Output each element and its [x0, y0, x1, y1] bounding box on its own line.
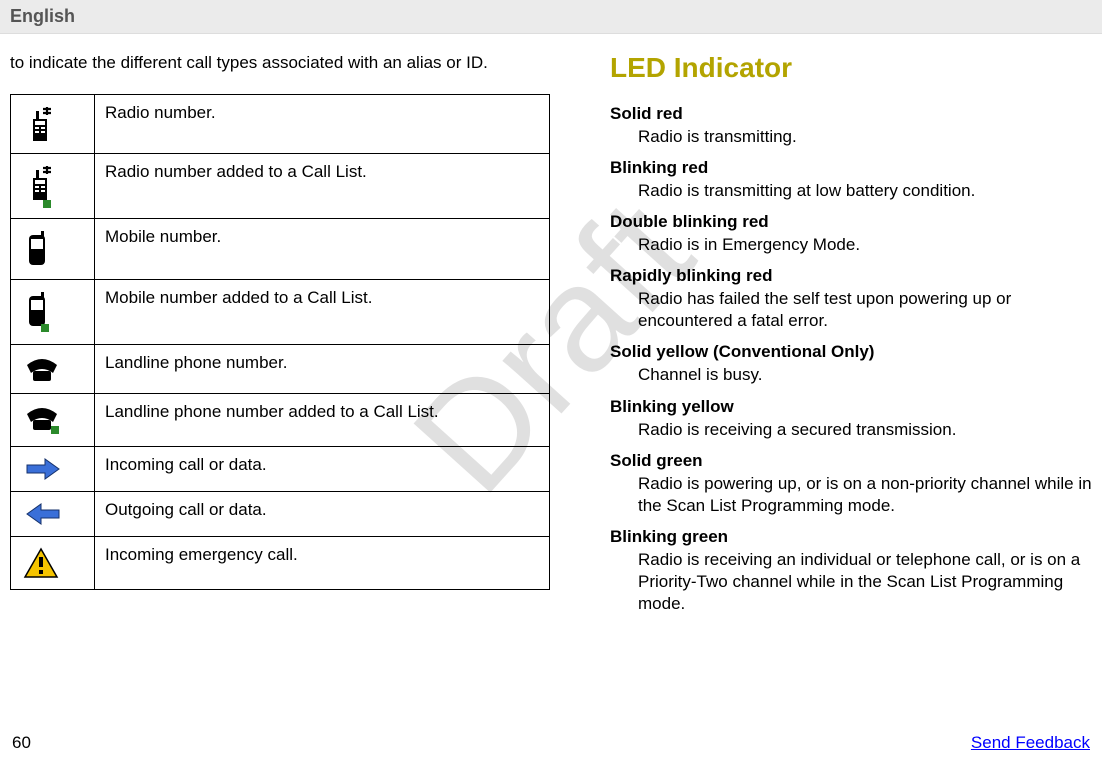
led-term: Blinking red	[610, 158, 1092, 178]
led-term: Rapidly blinking red	[610, 266, 1092, 286]
led-def: Radio is transmitting.	[638, 126, 1092, 148]
led-term: Solid red	[610, 104, 1092, 124]
table-row: Mobile number added to a Call List.	[11, 280, 550, 345]
radio-number-list-icon	[11, 154, 95, 219]
outgoing-arrow-icon	[11, 492, 95, 537]
led-def: Radio has failed the self test upon powe…	[638, 288, 1092, 332]
icon-desc: Radio number.	[95, 95, 550, 154]
icon-desc: Incoming emergency call.	[95, 537, 550, 590]
led-term: Double blinking red	[610, 212, 1092, 232]
intro-text: to indicate the different call types ass…	[10, 52, 550, 74]
icon-desc: Radio number added to a Call List.	[95, 154, 550, 219]
mobile-number-icon	[11, 219, 95, 280]
landline-icon	[11, 345, 95, 394]
led-def: Channel is busy.	[638, 364, 1092, 386]
page-number: 60	[12, 733, 31, 753]
table-row: Landline phone number added to a Call Li…	[11, 394, 550, 447]
icon-desc: Landline phone number.	[95, 345, 550, 394]
left-column: to indicate the different call types ass…	[10, 52, 550, 625]
content-columns: to indicate the different call types ass…	[0, 34, 1102, 625]
icon-table: Radio number.	[10, 94, 550, 590]
page-header: English	[0, 0, 1102, 34]
table-row: Radio number added to a Call List.	[11, 154, 550, 219]
page-footer: 60 Send Feedback	[0, 733, 1102, 753]
led-indicator-title: LED Indicator	[610, 52, 1092, 84]
mobile-number-list-icon	[11, 280, 95, 345]
icon-desc: Mobile number added to a Call List.	[95, 280, 550, 345]
radio-number-icon	[11, 95, 95, 154]
icon-desc: Landline phone number added to a Call Li…	[95, 394, 550, 447]
table-row: Mobile number.	[11, 219, 550, 280]
led-definition-list: Solid red Radio is transmitting. Blinkin…	[610, 104, 1092, 615]
icon-desc: Mobile number.	[95, 219, 550, 280]
led-term: Solid green	[610, 451, 1092, 471]
led-term: Blinking yellow	[610, 397, 1092, 417]
led-def: Radio is receiving a secured transmissio…	[638, 419, 1092, 441]
emergency-icon	[11, 537, 95, 590]
language-label: English	[10, 6, 75, 26]
table-row: Incoming call or data.	[11, 447, 550, 492]
incoming-arrow-icon	[11, 447, 95, 492]
led-def: Radio is in Emergency Mode.	[638, 234, 1092, 256]
icon-desc: Incoming call or data.	[95, 447, 550, 492]
landline-list-icon	[11, 394, 95, 447]
table-row: Incoming emergency call.	[11, 537, 550, 590]
icon-desc: Outgoing call or data.	[95, 492, 550, 537]
right-column: LED Indicator Solid red Radio is transmi…	[610, 52, 1092, 625]
table-row: Radio number.	[11, 95, 550, 154]
send-feedback-link[interactable]: Send Feedback	[971, 733, 1090, 753]
table-row: Landline phone number.	[11, 345, 550, 394]
led-def: Radio is receiving an individual or tele…	[638, 549, 1092, 615]
led-term: Blinking green	[610, 527, 1092, 547]
table-row: Outgoing call or data.	[11, 492, 550, 537]
led-def: Radio is powering up, or is on a non-pri…	[638, 473, 1092, 517]
led-term: Solid yellow (Conventional Only)	[610, 342, 1092, 362]
led-def: Radio is transmitting at low battery con…	[638, 180, 1092, 202]
